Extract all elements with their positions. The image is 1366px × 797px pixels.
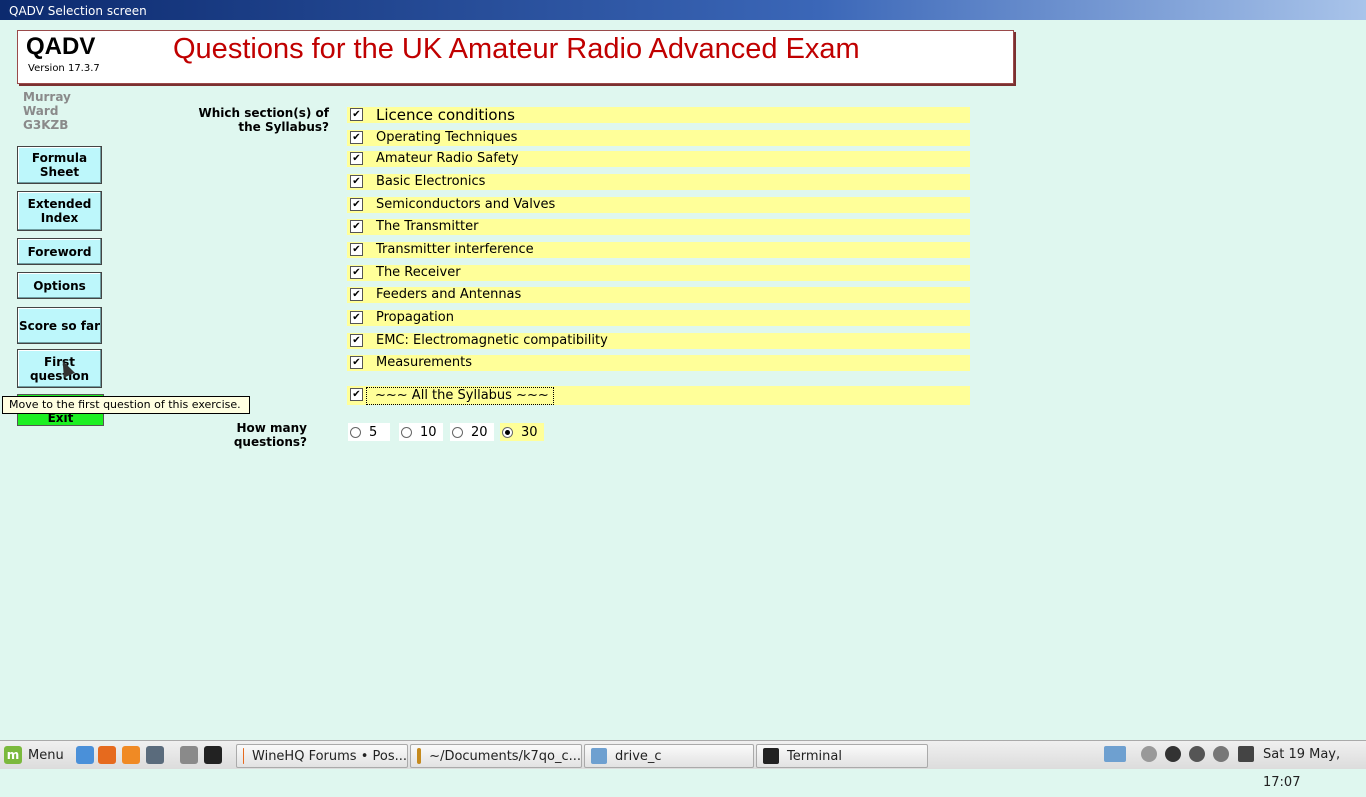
rss-icon[interactable]	[122, 746, 140, 764]
terminal-icon	[763, 748, 779, 764]
task-documents[interactable]: ~/Documents/k7qo_c...	[410, 744, 582, 768]
extended-index-button[interactable]: Extended Index	[17, 191, 102, 231]
section-row-measurements[interactable]: ✔ Measurements	[347, 355, 970, 371]
author-callsign: G3KZB	[23, 118, 69, 132]
section-checkbox-semiconductors[interactable]: ✔	[350, 198, 363, 211]
radio-button-icon[interactable]	[452, 426, 463, 438]
firefox-icon	[243, 748, 245, 764]
section-label: Transmitter interference	[376, 242, 534, 257]
first-question-tooltip: Move to the first question of this exerc…	[2, 396, 250, 414]
task-winehq-forums[interactable]: WineHQ Forums • Pos...	[236, 744, 408, 768]
section-checkbox-tx-interference[interactable]: ✔	[350, 243, 363, 256]
network-tray-icon[interactable]	[1165, 746, 1181, 762]
section-label: EMC: Electromagnetic compatibility	[376, 333, 608, 348]
count-option-label: 30	[521, 424, 538, 440]
section-label: The Receiver	[376, 265, 461, 280]
volume-icon[interactable]	[1213, 746, 1229, 762]
syllabus-question-label: Which section(s) of the Syllabus?	[198, 106, 329, 134]
app-logo: QADV	[26, 33, 96, 60]
start-menu-button[interactable]: m Menu	[4, 745, 64, 765]
count-option-30[interactable]: 30	[500, 423, 544, 441]
section-row-tx-interference[interactable]: ✔ Transmitter interference	[347, 242, 970, 258]
chromium-icon[interactable]	[76, 746, 94, 764]
header-banner: QADV Version 17.3.7 Questions for the UK…	[17, 30, 1014, 84]
radio-button-icon[interactable]	[350, 426, 361, 438]
battery-icon[interactable]	[1238, 746, 1254, 762]
mint-logo-icon: m	[4, 746, 22, 764]
menu-label: Menu	[28, 747, 64, 763]
section-label: Basic Electronics	[376, 174, 486, 189]
window-title: QADV Selection screen	[9, 4, 147, 18]
task-label: Terminal	[787, 748, 842, 764]
show-desktop-icon[interactable]	[180, 746, 198, 764]
main-window: QADV Version 17.3.7 Questions for the UK…	[2, 20, 1364, 740]
section-checkbox-receiver[interactable]: ✔	[350, 266, 363, 279]
section-label: Licence conditions	[376, 106, 515, 124]
count-option-5[interactable]: 5	[348, 423, 390, 441]
section-label: Amateur Radio Safety	[376, 151, 519, 166]
sublime-text-icon	[417, 748, 422, 764]
formula-sheet-button[interactable]: Formula Sheet	[17, 146, 102, 184]
author-first: Murray	[23, 90, 71, 104]
section-row-safety[interactable]: ✔ Amateur Radio Safety	[347, 151, 970, 167]
taskbar: m Menu WineHQ Forums • Pos... ~/Document…	[0, 740, 1366, 790]
section-row-receiver[interactable]: ✔ The Receiver	[347, 265, 970, 281]
page-title: Questions for the UK Amateur Radio Advan…	[173, 33, 860, 65]
foreword-button[interactable]: Foreword	[17, 238, 102, 265]
section-row-transmitter[interactable]: ✔ The Transmitter	[347, 219, 970, 235]
section-row-feeders[interactable]: ✔ Feeders and Antennas	[347, 287, 970, 303]
score-so-far-button[interactable]: Score so far	[17, 307, 102, 344]
section-label: Feeders and Antennas	[376, 287, 522, 302]
terminal-launcher-icon[interactable]	[204, 746, 222, 764]
section-row-basic-electronics[interactable]: ✔ Basic Electronics	[347, 174, 970, 190]
task-label: WineHQ Forums • Pos...	[252, 748, 407, 764]
count-option-label: 10	[420, 424, 437, 440]
author-block: Murray Ward G3KZB	[23, 90, 71, 132]
task-terminal[interactable]: Terminal	[756, 744, 928, 768]
count-option-label: 5	[369, 424, 378, 440]
section-row-propagation[interactable]: ✔ Propagation	[347, 310, 970, 326]
section-row-operating[interactable]: ✔ Operating Techniques	[347, 130, 970, 146]
update-tray-icon[interactable]	[1141, 746, 1157, 762]
section-checkbox-emc[interactable]: ✔	[350, 334, 363, 347]
options-button[interactable]: Options	[17, 272, 102, 299]
all-syllabus-label: ~~~ All the Syllabus ~~~	[366, 387, 554, 405]
folder-icon	[591, 748, 607, 764]
section-checkbox-all[interactable]: ✔	[350, 388, 363, 401]
section-checkbox-feeders[interactable]: ✔	[350, 288, 363, 301]
section-row-licence[interactable]: ✔ Licence conditions	[347, 107, 970, 123]
firefox-icon[interactable]	[98, 746, 116, 764]
window-icon[interactable]	[146, 746, 164, 764]
task-label: ~/Documents/k7qo_c...	[429, 748, 581, 764]
section-checkbox-measurements[interactable]: ✔	[350, 356, 363, 369]
section-label: Propagation	[376, 310, 454, 325]
section-checkbox-licence[interactable]: ✔	[350, 108, 363, 121]
radio-button-selected-icon[interactable]	[502, 426, 513, 438]
count-question-label: How many questions?	[233, 421, 307, 449]
section-checkbox-propagation[interactable]: ✔	[350, 311, 363, 324]
task-drive-c[interactable]: drive_c	[584, 744, 754, 768]
section-label: Operating Techniques	[376, 130, 518, 145]
section-checkbox-operating[interactable]: ✔	[350, 131, 363, 144]
bluetooth-icon[interactable]	[1189, 746, 1205, 762]
folder-tray-icon[interactable]	[1104, 746, 1126, 762]
app-version: Version 17.3.7	[28, 63, 100, 74]
clock[interactable]: Sat 19 May, 17:07	[1263, 741, 1366, 797]
section-checkbox-safety[interactable]: ✔	[350, 152, 363, 165]
section-checkbox-basic-electronics[interactable]: ✔	[350, 175, 363, 188]
section-label: The Transmitter	[376, 219, 479, 234]
count-option-10[interactable]: 10	[399, 423, 443, 441]
author-last: Ward	[23, 104, 59, 118]
window-titlebar[interactable]: QADV Selection screen	[0, 0, 1366, 20]
section-label: Measurements	[376, 355, 473, 370]
section-checkbox-transmitter[interactable]: ✔	[350, 220, 363, 233]
task-label: drive_c	[615, 748, 662, 764]
count-option-label: 20	[471, 424, 488, 440]
section-row-semiconductors[interactable]: ✔ Semiconductors and Valves	[347, 197, 970, 213]
section-label: Semiconductors and Valves	[376, 197, 556, 212]
radio-button-icon[interactable]	[401, 426, 412, 438]
count-option-20[interactable]: 20	[450, 423, 494, 441]
section-row-emc[interactable]: ✔ EMC: Electromagnetic compatibility	[347, 333, 970, 349]
section-row-all[interactable]: ✔ ~~~ All the Syllabus ~~~	[347, 386, 970, 405]
